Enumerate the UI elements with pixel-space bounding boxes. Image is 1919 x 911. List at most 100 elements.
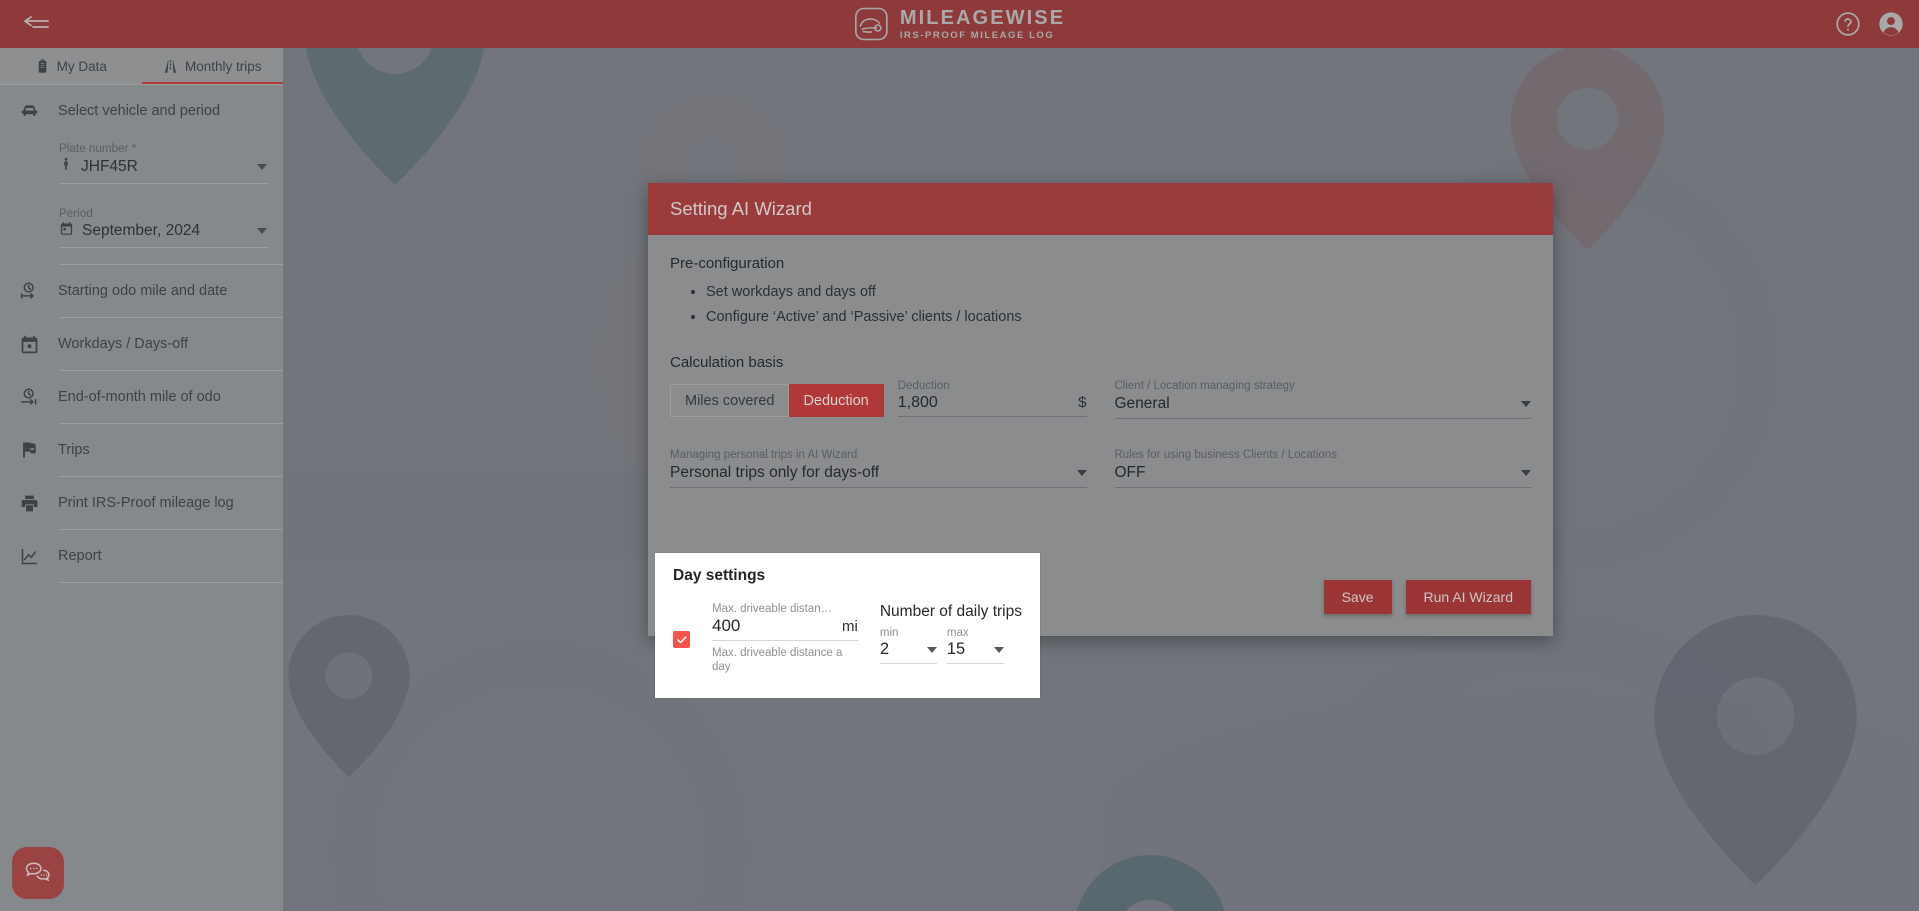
day-settings-panel: Day settings Max. driveable distan… 400 … [655,553,1040,698]
sidebar-item-label: Starting odo mile and date [58,283,228,299]
sidebar-item-label: Trips [58,442,90,458]
app-root: Setting AI Wizard Pre-configuration Set … [0,0,1919,911]
chat-support-button[interactable] [12,847,64,899]
run-ai-wizard-button[interactable]: Run AI Wizard [1405,580,1531,614]
business-rules-label: Rules for using business Clients / Locat… [1114,449,1337,461]
period-field: Period September, 2024 [0,186,283,250]
account-circle-icon[interactable] [1877,10,1905,38]
segment-deduction[interactable]: Deduction [789,384,884,417]
daily-trips-max-value: 15 [946,640,966,658]
chevron-down-icon [257,228,267,234]
divider [59,582,283,583]
calendar-day-icon [18,334,40,355]
sidebar-item-end-of-month-odo[interactable]: End-of-month mile of odo [0,371,283,423]
chevron-down-icon [926,646,937,653]
personal-trips-label: Managing personal trips in AI Wizard [670,449,858,461]
tab-my-data[interactable]: My Data [0,48,142,84]
person-standing-icon [59,156,73,177]
dialog-header: Setting AI Wizard [648,183,1553,235]
tab-bar: My Data Monthly trips [0,48,283,85]
deduction-currency-suffix: $ [1078,394,1087,411]
max-distance-field: Max. driveable distan… 400 mi Max. drive… [712,603,858,674]
max-distance-checkbox[interactable] [673,631,690,648]
logo-title: MILEAGEWISE [899,6,1066,29]
list-item: Configure ‘Active’ and ‘Passive’ clients… [706,305,1531,330]
plate-number-label: Plate number * [59,143,137,155]
clock-start-icon [18,281,40,302]
strategy-col: Client / Location managing strategy Gene… [1114,380,1531,419]
chevron-down-icon [1521,401,1531,407]
printer-icon [18,493,40,514]
chevron-down-icon [993,646,1004,653]
sidebar-item-label: Workdays / Days-off [58,336,189,352]
daily-trips-max-select[interactable]: 15 [946,640,1004,664]
preconfiguration-bullets: Set workdays and days off Configure ‘Act… [706,280,1531,330]
business-rules-select[interactable]: OFF [1114,464,1531,488]
list-item: Set workdays and days off [706,280,1531,305]
mileagewise-logo-icon [854,7,888,41]
sidebar-item-starting-odo[interactable]: Starting odo mile and date [0,265,283,317]
calculation-basis-segmented-control: Miles covered Deduction [670,384,884,417]
day-settings-title: Day settings [673,567,766,584]
daily-trips-min-value: 2 [879,640,890,658]
strategy-select[interactable]: General [1114,395,1531,419]
strategy-label: Client / Location managing strategy [1114,380,1295,392]
personal-trips-col: Managing personal trips in AI Wizard Per… [670,449,1087,488]
dialog-title: Setting AI Wizard [670,198,812,219]
business-rules-col: Rules for using business Clients / Locat… [1114,449,1531,488]
deduction-input[interactable]: 1,800 [898,394,1070,412]
daily-trips-title: Number of daily trips [879,603,1022,620]
chevron-down-icon [1076,470,1087,476]
clock-end-icon [18,387,40,408]
collapse-sidebar-button[interactable] [12,0,60,48]
brand-logo: MILEAGEWISE IRS-PROOF MILEAGE LOG [854,7,1065,41]
flag-icon [18,440,40,460]
sidebar-item-trips[interactable]: Trips [0,424,283,476]
segment-miles-covered[interactable]: Miles covered [670,384,790,417]
preconfiguration-heading: Pre-configuration [670,255,785,272]
max-distance-input[interactable]: 400 [712,616,842,636]
tab-monthly-trips[interactable]: Monthly trips [141,48,284,84]
sidebar-item-report[interactable]: Report [0,530,283,582]
tab-monthly-trips-label: Monthly trips [184,58,262,74]
check-icon [676,635,687,643]
chevron-down-icon [257,163,267,170]
sidebar-item-workdays[interactable]: Workdays / Days-off [0,318,283,370]
calculation-basis-col: Miles covered Deduction Deduction 1,800 … [670,380,1087,419]
calculation-basis-heading: Calculation basis [670,354,784,371]
collapse-arrow-icon [24,16,49,28]
app-bar-actions [1835,0,1905,48]
car-icon [18,101,40,122]
deduction-label: Deduction [897,380,950,392]
sidebar-item-label: End-of-month mile of odo [58,389,221,405]
chevron-down-icon [1521,470,1531,476]
daily-trips-group: Number of daily trips min 2 max 15 [879,603,1022,674]
business-rules-value: OFF [1114,464,1146,481]
logo-subtitle: IRS-PROOF MILEAGE LOG [899,29,1055,41]
save-button[interactable]: Save [1323,580,1392,614]
daily-trips-max-label: max [946,627,969,639]
sidebar-item-label: Print IRS-Proof mileage log [58,495,234,511]
road-icon [163,59,178,74]
period-label: Period [59,208,93,220]
period-select[interactable]: September, 2024 [59,221,269,248]
sidebar-header-select-vehicle[interactable]: Select vehicle and period [0,85,283,137]
help-circle-icon[interactable] [1835,11,1861,37]
max-distance-label: Max. driveable distan… [712,603,833,615]
plate-number-value: JHF45R [81,157,138,175]
chart-line-icon [18,546,40,567]
sidebar: Select vehicle and period Plate number *… [0,85,283,911]
personal-trips-value: Personal trips only for days-off [670,464,880,481]
personal-trips-select[interactable]: Personal trips only for days-off [670,464,1087,488]
app-bar: MILEAGEWISE IRS-PROOF MILEAGE LOG [0,0,1919,48]
max-distance-hint: Max. driveable distance a day [712,647,843,673]
plate-number-select[interactable]: JHF45R [59,156,269,184]
calculation-row-1: Miles covered Deduction Deduction 1,800 … [670,380,1531,419]
max-distance-unit: mi [842,618,858,635]
clipboard-icon [35,58,50,74]
calendar-icon [59,221,74,241]
sidebar-header-label: Select vehicle and period [58,103,221,119]
chat-bubbles-icon [25,862,50,882]
sidebar-item-print-log[interactable]: Print IRS-Proof mileage log [0,477,283,529]
daily-trips-min-select[interactable]: 2 [879,640,937,664]
